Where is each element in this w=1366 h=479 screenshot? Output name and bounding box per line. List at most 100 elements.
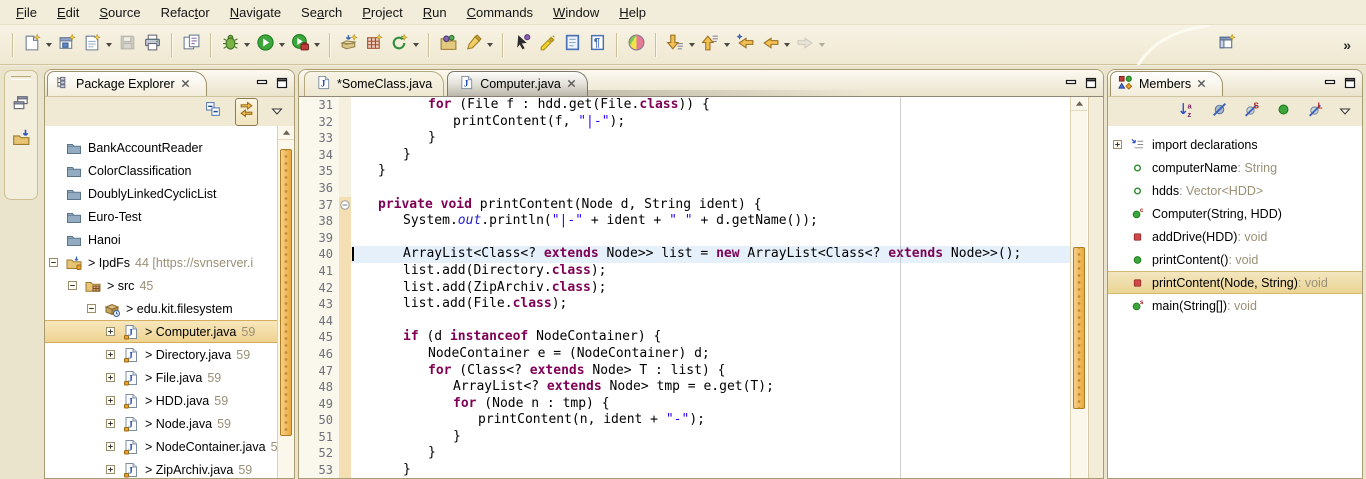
code-line-45[interactable]: 45if (d instanceof NodeContainer) { [299,329,1070,346]
tree-item[interactable]: > edu.kit.filesystem [45,297,277,320]
dropdown-arrow-icon[interactable] [106,43,112,47]
fast-view-grip[interactable] [11,76,31,80]
code-text[interactable]: } [351,163,1070,180]
collapse-all-button[interactable] [203,99,224,125]
member-item[interactable]: computerName : String [1108,156,1362,179]
show-public-button[interactable] [1273,99,1294,125]
code-line-31[interactable]: 31for (File f : hdd.get(File.class)) { [299,97,1070,114]
close-icon[interactable] [1197,77,1206,91]
dropdown-arrow-icon[interactable] [689,43,695,47]
dropdown-arrow-icon[interactable] [244,43,250,47]
minimize-icon[interactable] [1323,76,1336,89]
menu-navigate[interactable]: Navigate [220,2,291,23]
menu-refactor[interactable]: Refactor [151,2,220,23]
scrollbar-thumb[interactable] [1073,247,1085,409]
code-line-43[interactable]: 43list.add(File.class); [299,296,1070,313]
run-button[interactable] [254,32,287,58]
code-text[interactable]: } [351,429,1070,446]
refresh-wizard-button[interactable] [388,32,421,58]
hide-local-button[interactable]: L [1305,99,1326,125]
member-item[interactable]: cComputer(String, HDD) [1108,202,1362,225]
code-line-39[interactable]: 39 [299,230,1070,247]
code-line-40[interactable]: 40ArrayList<Class<? extends Node>> list … [299,246,1070,263]
code-line-50[interactable]: 50printContent(n, ident + "-"); [299,412,1070,429]
maximize-icon[interactable] [1343,76,1356,89]
menu-run[interactable]: Run [413,2,457,23]
dropdown-arrow-icon[interactable] [724,43,730,47]
code-line-52[interactable]: 52} [299,445,1070,462]
tree-item[interactable]: ColorClassification [45,159,277,182]
view-menu-button[interactable] [269,101,285,123]
search-button[interactable] [462,32,495,58]
code-line-32[interactable]: 32printContent(f, "|-"); [299,114,1070,131]
show-whitespace-button[interactable]: ¶ [586,32,609,58]
tree-item[interactable]: BankAccountReader [45,136,277,159]
menu-source[interactable]: Source [89,2,150,23]
code-area[interactable]: 31for (File f : hdd.get(File.class)) {32… [299,97,1070,478]
expander-plus-icon[interactable] [106,396,119,405]
code-text[interactable] [351,180,1070,197]
new-class-button[interactable] [81,32,114,58]
menu-file[interactable]: File [6,2,47,23]
sort-button[interactable]: az [1177,99,1198,125]
close-icon[interactable] [567,77,576,91]
dropdown-arrow-icon[interactable] [487,43,493,47]
code-line-44[interactable]: 44 [299,313,1070,330]
menu-edit[interactable]: Edit [47,2,89,23]
close-icon[interactable] [181,77,190,91]
dropdown-arrow-icon[interactable] [314,43,320,47]
dropdown-arrow-icon[interactable] [46,43,52,47]
expander-plus-icon[interactable] [106,442,119,451]
member-item[interactable]: printContent() : void [1108,248,1362,271]
expander-plus-icon[interactable] [106,327,119,336]
code-text[interactable]: System.out.println("|-" + ident + " " + … [351,213,1070,230]
hide-static-button[interactable]: S [1241,99,1262,125]
package-explorer-tab[interactable]: Package Explorer [47,71,207,96]
code-text[interactable]: ArrayList<? extends Node> tmp = e.get(T)… [351,379,1070,396]
minimize-icon[interactable] [255,76,268,89]
dropdown-arrow-icon[interactable] [413,43,419,47]
code-text[interactable] [351,230,1070,247]
maximize-icon[interactable] [1084,76,1097,89]
open-view-button[interactable] [8,126,34,152]
code-text[interactable]: list.add(ZipArchiv.class); [351,280,1070,297]
hide-fields-button[interactable] [1209,99,1230,125]
code-line-42[interactable]: 42list.add(ZipArchiv.class); [299,280,1070,297]
code-line-36[interactable]: 36 [299,180,1070,197]
expander-minus-icon[interactable] [49,258,62,267]
tree-item[interactable]: J> Computer.java59 [45,320,277,343]
menu-search[interactable]: Search [291,2,352,23]
prev-annotation-button[interactable] [699,32,732,58]
expander-plus-icon[interactable] [1113,140,1127,149]
expander-minus-icon[interactable] [68,281,81,290]
show-selected-button[interactable] [511,32,534,58]
code-text[interactable]: NodeContainer e = (NodeContainer) d; [351,346,1070,363]
code-line-51[interactable]: 51} [299,429,1070,446]
code-text[interactable]: list.add(Directory.class); [351,263,1070,280]
code-text[interactable]: list.add(File.class); [351,296,1070,313]
code-line-53[interactable]: 53} [299,462,1070,478]
tree-item[interactable]: J> ZipArchiv.java59 [45,458,277,478]
new-project-button[interactable] [56,32,79,58]
member-item[interactable]: addDrive(HDD) : void [1108,225,1362,248]
expander-plus-icon[interactable] [106,373,119,382]
toolbar-overflow-chevron[interactable]: » [1343,37,1360,53]
code-line-37[interactable]: 37private void printContent(Node d, Stri… [299,197,1070,214]
expander-plus-icon[interactable] [106,465,119,474]
menu-window[interactable]: Window [543,2,609,23]
code-line-41[interactable]: 41list.add(Directory.class); [299,263,1070,280]
code-text[interactable]: } [351,147,1070,164]
tree-item[interactable]: > src45 [45,274,277,297]
code-line-48[interactable]: 48ArrayList<? extends Node> tmp = e.get(… [299,379,1070,396]
code-text[interactable]: } [351,462,1070,478]
member-item[interactable]: smain(String[]) : void [1108,294,1362,317]
expander-plus-icon[interactable] [106,419,119,428]
code-line-33[interactable]: 33} [299,130,1070,147]
link-editor-button[interactable] [235,98,258,126]
fold-collapse-icon[interactable] [339,197,351,214]
member-item[interactable]: import declarations [1108,133,1362,156]
tree-item[interactable]: J> Node.java59 [45,412,277,435]
code-text[interactable]: if (d instanceof NodeContainer) { [351,329,1070,346]
tree-item[interactable]: J> HDD.java59 [45,389,277,412]
code-line-46[interactable]: 46NodeContainer e = (NodeContainer) d; [299,346,1070,363]
